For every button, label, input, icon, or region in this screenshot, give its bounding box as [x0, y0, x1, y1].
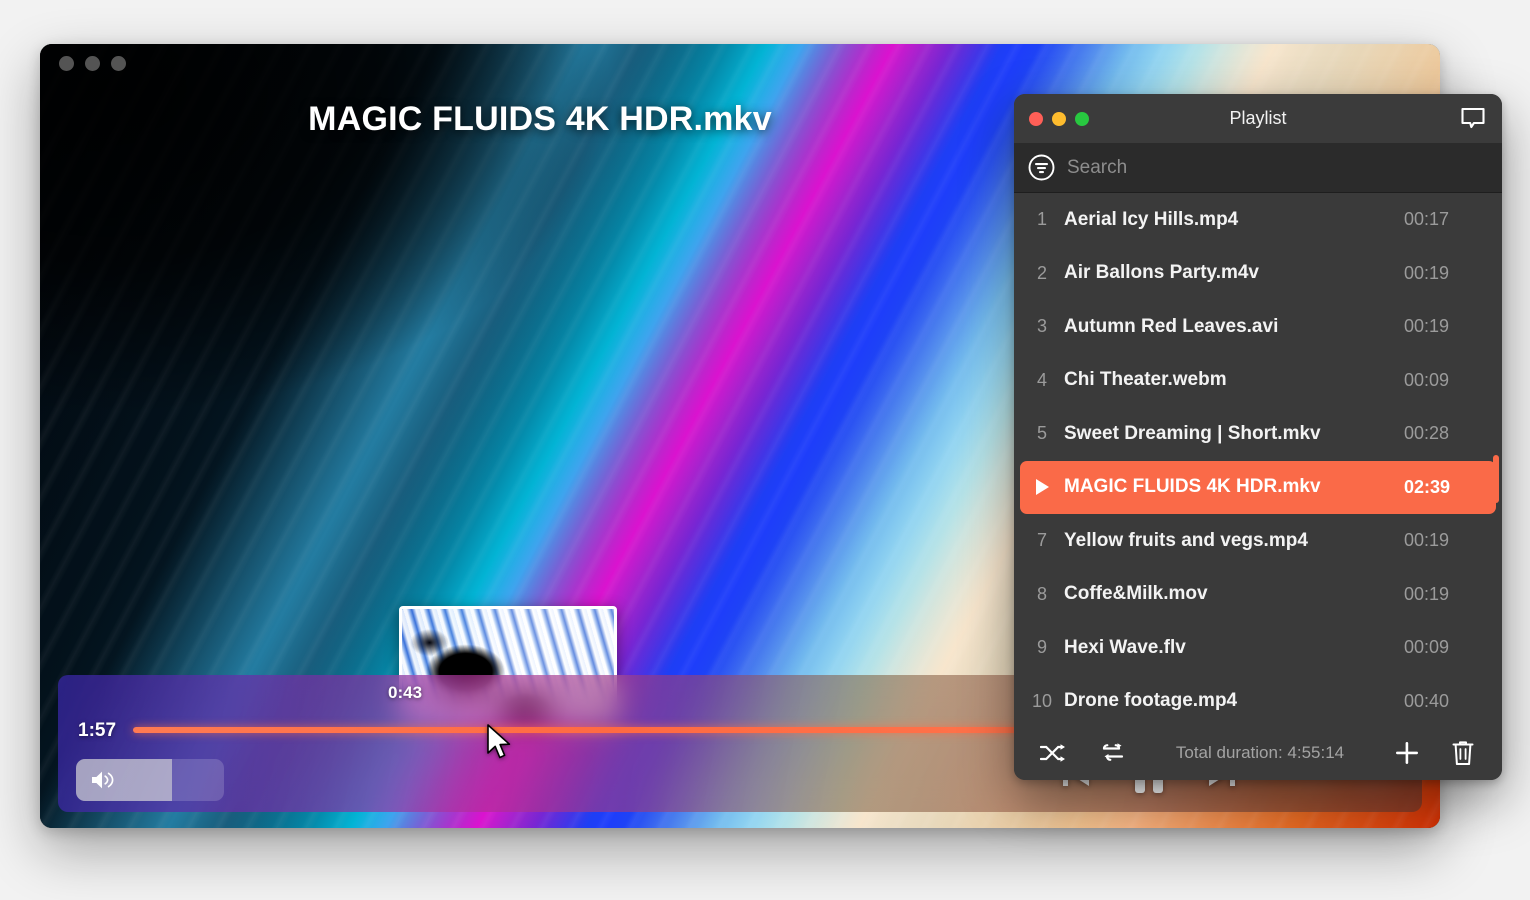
playlist-row-name: Sweet Dreaming | Short.mkv [1064, 422, 1321, 444]
repeat-icon [1102, 743, 1124, 761]
volume-slider[interactable] [76, 759, 224, 801]
repeat-button[interactable] [1096, 738, 1130, 768]
playlist-row-index: 7 [1036, 530, 1047, 551]
search-input[interactable] [1067, 156, 1488, 179]
playlist-window-controls[interactable] [1029, 111, 1089, 126]
playlist-maximize-button[interactable] [1075, 111, 1089, 126]
total-duration-label: Total duration: 4:55:14 [1175, 742, 1345, 762]
add-files-button[interactable] [1390, 738, 1424, 768]
playlist-row-duration: 00:40 [1404, 690, 1450, 711]
playlist-row-index: 8 [1036, 583, 1047, 604]
playlist-row-duration: 00:28 [1404, 423, 1450, 444]
playlist-minimize-button[interactable] [1052, 111, 1066, 126]
playlist-footer-toolbar: Total duration: 4:55:14 [1014, 725, 1502, 780]
playlist-row[interactable]: 3 Autumn Red Leaves.avi 00:19 [1014, 300, 1502, 354]
playlist-row[interactable]: 5 Sweet Dreaming | Short.mkv 00:28 [1014, 407, 1502, 461]
playlist-row-name: Drone footage.mp4 [1064, 690, 1238, 712]
player-window-controls[interactable] [59, 56, 126, 71]
now-playing-icon [1020, 478, 1064, 496]
plus-icon [1396, 741, 1418, 764]
playlist-row-duration: 00:09 [1404, 369, 1450, 390]
playlist-row-index: 3 [1036, 316, 1047, 337]
player-maximize-button[interactable] [111, 56, 126, 71]
playlist-close-button[interactable] [1029, 111, 1043, 126]
playlist-row[interactable]: MAGIC FLUIDS 4K HDR.mkv 02:39 [1020, 460, 1496, 514]
playlist-row-name: Autumn Red Leaves.avi [1064, 315, 1279, 337]
playlist-titlebar: Playlist [1014, 94, 1502, 143]
delete-button[interactable] [1446, 738, 1480, 768]
playlist-row-duration: 00:19 [1404, 530, 1450, 551]
playlist-window: Playlist 1 Aerial Icy Hills.mp4 00:17 2 Air … [1014, 94, 1502, 780]
video-title: MAGIC FLUIDS 4K HDR.mkv [308, 100, 772, 138]
playlist-scrollbar-thumb[interactable] [1493, 455, 1499, 503]
filter-icon[interactable] [1028, 154, 1055, 181]
playlist-row[interactable]: 9 Hexi Wave.flv 00:09 [1014, 621, 1502, 675]
playlist-row[interactable]: 1 Aerial Icy Hills.mp4 00:17 [1014, 193, 1502, 247]
playlist-row-name: Chi Theater.webm [1064, 369, 1227, 391]
playlist-row-index: 9 [1036, 637, 1047, 658]
playlist-row[interactable]: 8 Coffe&Milk.mov 00:19 [1014, 568, 1502, 622]
trash-icon [1452, 740, 1474, 765]
volume-high-icon[interactable] [90, 768, 116, 792]
playlist-row[interactable]: 4 Chi Theater.webm 00:09 [1014, 354, 1502, 408]
total-time-label: 1:57 [78, 720, 117, 741]
playlist-row-duration: 02:39 [1404, 476, 1451, 497]
mouse-pointer-icon [487, 724, 511, 759]
playlist-row-name: Yellow fruits and vegs.mp4 [1064, 529, 1308, 551]
playlist-row-index: 4 [1036, 369, 1047, 390]
playlist-row[interactable]: 7 Yellow fruits and vegs.mp4 00:19 [1014, 514, 1502, 568]
playlist-row-duration: 00:17 [1404, 209, 1450, 230]
playlist-row-name: Air Ballons Party.m4v [1064, 262, 1260, 284]
playlist-items-container[interactable]: 1 Aerial Icy Hills.mp4 00:17 2 Air Ballons P… [1014, 193, 1502, 725]
player-close-button[interactable] [59, 56, 74, 71]
playlist-row-index: 5 [1036, 423, 1047, 444]
playlist-row-duration: 00:09 [1404, 637, 1450, 658]
playlist-row[interactable]: 2 Air Ballons Party.m4v 00:19 [1014, 247, 1502, 301]
current-time-label: 0:43 [388, 683, 423, 702]
playlist-row-duration: 00:19 [1404, 262, 1450, 283]
playlist-row-index: 2 [1036, 262, 1047, 283]
playlist-row-index: 10 [1031, 690, 1053, 711]
subtitle-bubble-icon[interactable] [1460, 107, 1486, 130]
playlist-row-index: 1 [1036, 209, 1047, 230]
playlist-row-duration: 00:19 [1404, 316, 1450, 337]
playlist-row-duration: 00:19 [1404, 583, 1450, 604]
playlist-row-name: MAGIC FLUIDS 4K HDR.mkv [1064, 476, 1321, 498]
playlist-row-name: Aerial Icy Hills.mp4 [1064, 208, 1239, 230]
shuffle-icon [1040, 743, 1065, 762]
playlist-row-name: Coffe&Milk.mov [1064, 583, 1208, 605]
playlist-scrollbar[interactable] [1493, 193, 1500, 725]
playlist-row-name: Hexi Wave.flv [1064, 636, 1186, 658]
player-minimize-button[interactable] [85, 56, 100, 71]
shuffle-button[interactable] [1036, 738, 1070, 768]
playlist-search-bar[interactable] [1014, 143, 1502, 193]
playlist-row[interactable]: 10 Drone footage.mp4 00:40 [1014, 675, 1502, 726]
